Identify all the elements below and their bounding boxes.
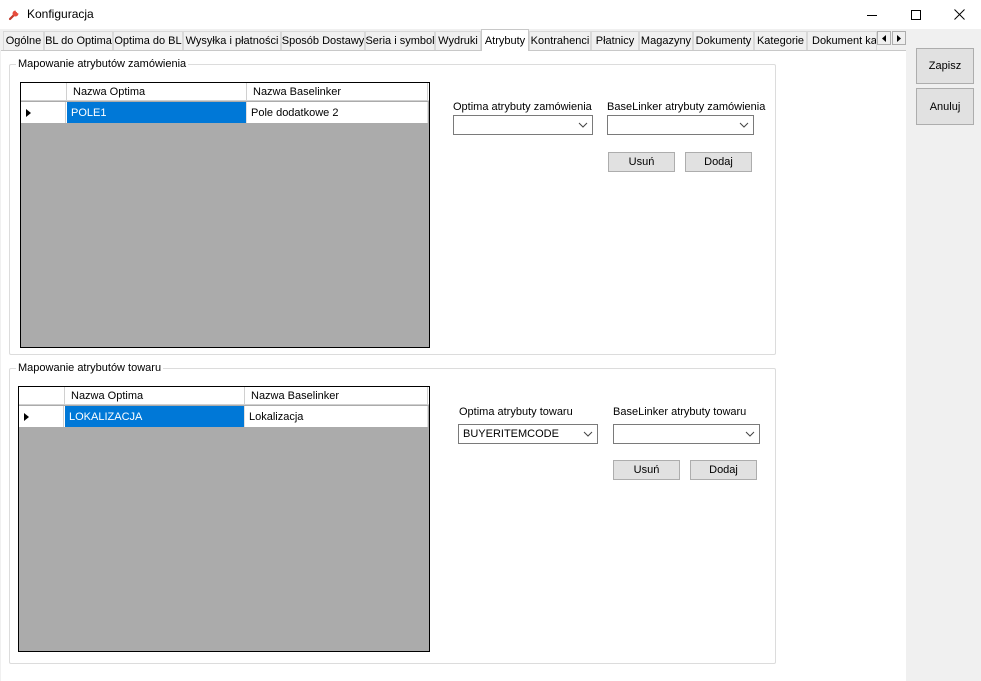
attributes-tab-panel: Mapowanie atrybutów zamówienia Nazwa Opt…	[1, 50, 906, 681]
product-attributes-grid[interactable]: Nazwa Optima Nazwa Baselinker LOKALIZACJ…	[18, 386, 430, 652]
tab-dokumenty[interactable]: Dokumenty	[693, 31, 754, 50]
order-attributes-grid[interactable]: Nazwa Optima Nazwa Baselinker POLE1 Pole…	[20, 82, 430, 348]
baselinker-order-attribute-select[interactable]	[607, 115, 754, 135]
product-add-button[interactable]: Dodaj	[690, 460, 757, 480]
optima-product-attribute-value: BUYERITEMCODE	[463, 428, 559, 440]
tab-wysylka-i-platnosci[interactable]: Wysyłka i płatności	[183, 31, 281, 50]
grid-header: Nazwa Optima Nazwa Baselinker	[19, 387, 429, 405]
product-attributes-group: Mapowanie atrybutów towaru Nazwa Optima …	[9, 361, 776, 664]
chevron-down-icon	[578, 122, 588, 128]
chevron-down-icon	[739, 122, 749, 128]
row-header[interactable]	[19, 406, 64, 427]
tab-kategorie[interactable]: Kategorie	[754, 31, 807, 50]
close-icon	[953, 9, 965, 20]
tab-wydruki[interactable]: Wydruki	[435, 31, 481, 50]
save-button[interactable]: Zapisz	[916, 48, 974, 84]
tab-magazyny[interactable]: Magazyny	[639, 31, 693, 50]
tab-scroll-right-button[interactable]	[892, 31, 906, 45]
minimize-icon	[867, 14, 877, 16]
order-add-button[interactable]: Dodaj	[685, 152, 752, 172]
tab-atrybuty[interactable]: Atrybuty	[481, 29, 529, 51]
cell-baselinker[interactable]: Lokalizacja	[245, 406, 428, 427]
arrow-right-icon	[897, 34, 901, 42]
tab-bl-do-optima[interactable]: BL do Optima	[44, 31, 113, 50]
table-row[interactable]: LOKALIZACJA Lokalizacja	[19, 406, 428, 427]
chevron-down-icon	[745, 431, 755, 437]
arrow-left-icon	[882, 34, 886, 42]
row-header-corner	[19, 387, 65, 405]
tab-optima-do-bl[interactable]: Optima do BL	[113, 31, 183, 50]
tab-sposob-dostawy[interactable]: Sposób Dostawy	[281, 31, 365, 50]
grid-header: Nazwa Optima Nazwa Baselinker	[21, 83, 429, 101]
order-attributes-group: Mapowanie atrybutów zamówienia Nazwa Opt…	[9, 57, 776, 355]
chevron-down-icon	[583, 431, 593, 437]
optima-product-attribute-label: Optima atrybuty towaru	[459, 406, 573, 418]
cell-baselinker[interactable]: Pole dodatkowe 2	[247, 102, 428, 123]
tab-strip: Ogólne BL do Optima Optima do BL Wysyłka…	[0, 29, 906, 51]
column-header-baselinker[interactable]: Nazwa Baselinker	[247, 83, 428, 101]
row-header-corner	[21, 83, 67, 101]
product-attributes-legend: Mapowanie atrybutów towaru	[16, 361, 164, 375]
optima-order-attribute-label: Optima atrybuty zamówienia	[453, 101, 592, 113]
cancel-button[interactable]: Anuluj	[916, 88, 974, 125]
baselinker-product-attribute-select[interactable]	[613, 424, 760, 444]
maximize-icon	[911, 9, 921, 20]
window-title: Konfiguracja	[27, 7, 94, 21]
current-row-arrow-icon	[26, 108, 31, 117]
current-row-arrow-icon	[24, 412, 29, 421]
title-bar: Konfiguracja	[0, 0, 981, 29]
tab-dokument-kat[interactable]: Dokument kat	[807, 31, 877, 50]
tab-seria-i-symbol[interactable]: Seria i symbol	[365, 31, 435, 50]
tab-kontrahenci[interactable]: Kontrahenci	[529, 31, 591, 50]
column-header-baselinker[interactable]: Nazwa Baselinker	[245, 387, 428, 405]
wrench-icon	[8, 10, 19, 21]
tab-ogolne[interactable]: Ogólne	[3, 31, 44, 50]
table-row[interactable]: POLE1 Pole dodatkowe 2	[21, 102, 428, 123]
column-header-optima[interactable]: Nazwa Optima	[67, 83, 247, 101]
column-header-optima[interactable]: Nazwa Optima	[65, 387, 245, 405]
order-attributes-legend: Mapowanie atrybutów zamówienia	[16, 57, 189, 71]
tab-platnicy[interactable]: Płatnicy	[591, 31, 639, 50]
baselinker-product-attribute-label: BaseLinker atrybuty towaru	[613, 406, 747, 418]
order-remove-button[interactable]: Usuń	[608, 152, 675, 172]
product-remove-button[interactable]: Usuń	[613, 460, 680, 480]
cell-optima[interactable]: POLE1	[67, 102, 247, 123]
maximize-button[interactable]	[894, 0, 938, 29]
row-header[interactable]	[21, 102, 66, 123]
optima-product-attribute-select[interactable]: BUYERITEMCODE	[458, 424, 598, 444]
baselinker-order-attribute-label: BaseLinker atrybuty zamówienia	[607, 101, 766, 113]
close-button[interactable]	[937, 0, 981, 29]
minimize-button[interactable]	[850, 0, 894, 29]
optima-order-attribute-select[interactable]	[453, 115, 593, 135]
tab-scroll-left-button[interactable]	[877, 31, 891, 45]
cell-optima[interactable]: LOKALIZACJA	[65, 406, 245, 427]
